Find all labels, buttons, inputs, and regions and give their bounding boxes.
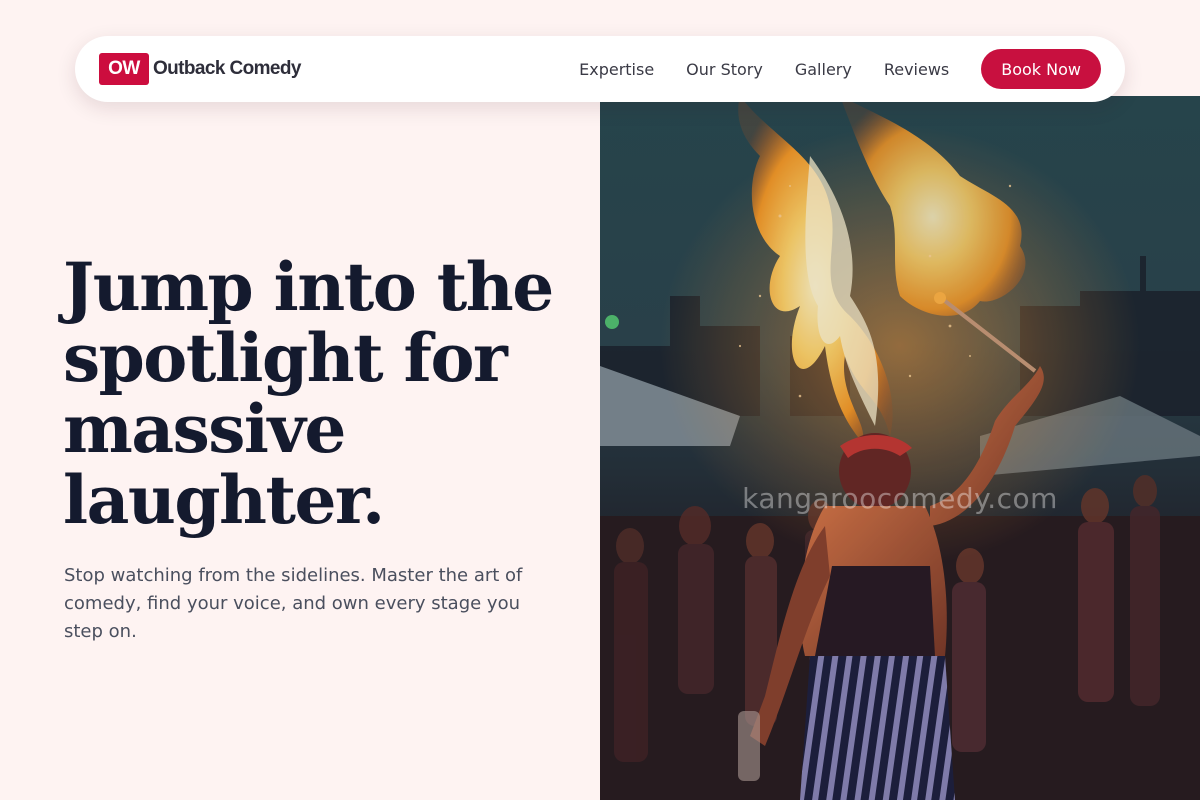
fire-breather-illustration — [600, 96, 1200, 800]
hero-subtitle: Stop watching from the sidelines. Master… — [64, 565, 523, 642]
hero-title: Jump into the spotlight for massive laug… — [63, 248, 554, 539]
image-watermark: kangaroocomedy.com — [742, 482, 1058, 515]
hero-image: kangaroocomedy.com — [600, 96, 1200, 800]
nav-links: Expertise Our Story Gallery Reviews Book… — [579, 49, 1101, 89]
logo-mark: OW — [99, 53, 149, 85]
nav-link-our-story[interactable]: Our Story — [686, 60, 763, 79]
brand-name: Outback Comedy — [153, 58, 301, 79]
brand-logo[interactable]: OW Outback Comedy — [99, 53, 301, 85]
nav-link-reviews[interactable]: Reviews — [884, 60, 949, 79]
nav-link-expertise[interactable]: Expertise — [579, 60, 654, 79]
nav-link-gallery[interactable]: Gallery — [795, 60, 852, 79]
book-now-button[interactable]: Book Now — [981, 49, 1101, 89]
navbar: OW Outback Comedy Expertise Our Story Ga… — [75, 36, 1125, 102]
